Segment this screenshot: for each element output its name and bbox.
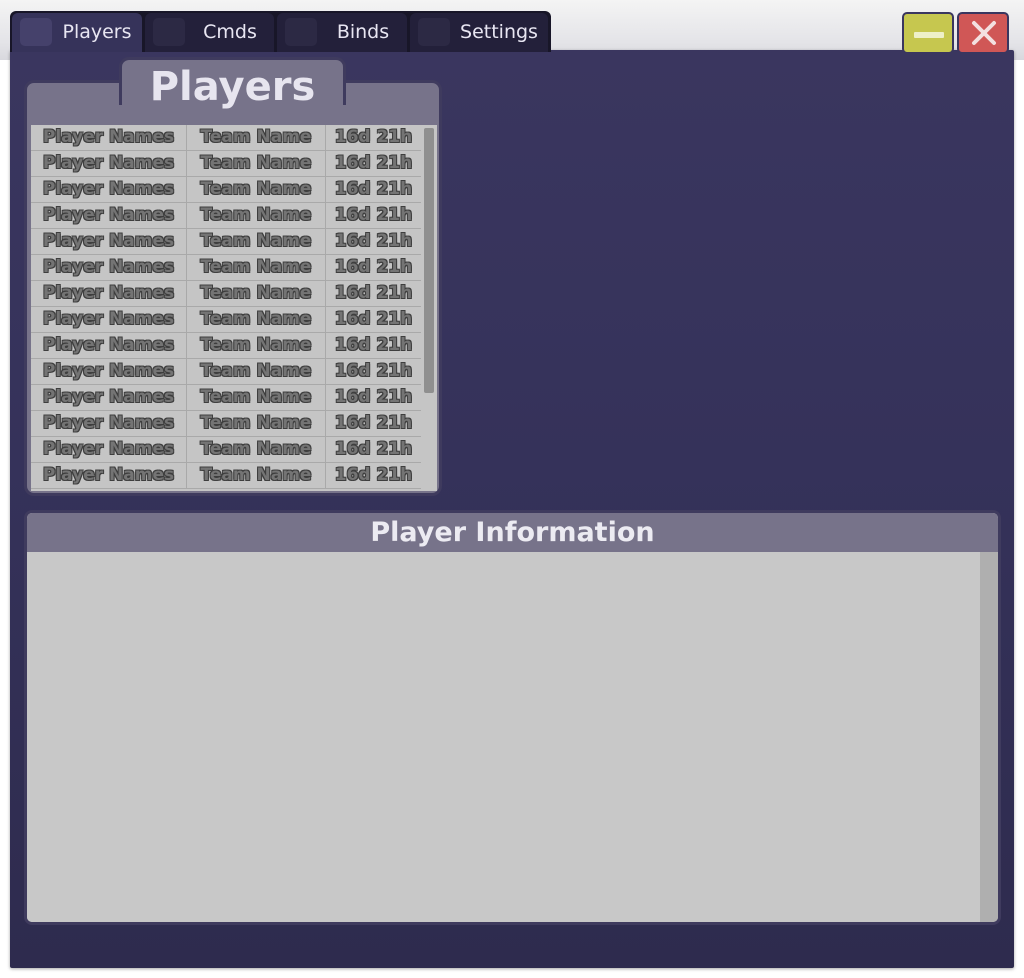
close-icon xyxy=(972,21,996,45)
player-row[interactable]: Player Names Team Name 16d 21h xyxy=(31,463,421,489)
play-time-cell: 16d 21h xyxy=(334,439,413,459)
player-name-cell: Player Names xyxy=(31,411,187,436)
tab-label: Settings xyxy=(460,21,538,43)
player-row[interactable]: Player Names Team Name 16d 21h xyxy=(31,281,421,307)
player-row[interactable]: Player Names Team Name 16d 21h xyxy=(31,229,421,255)
tab-settings[interactable]: Settings xyxy=(410,13,548,52)
player-information-body xyxy=(27,552,980,922)
player-name-cell: Player Names xyxy=(31,333,187,358)
player-row[interactable]: Player Names Team Name 16d 21h xyxy=(31,177,421,203)
tab-cmds[interactable]: Cmds xyxy=(145,13,274,52)
settings-icon xyxy=(418,18,450,46)
player-row[interactable]: Player Names Team Name 16d 21h xyxy=(31,359,421,385)
play-time-cell: 16d 21h xyxy=(334,257,413,277)
close-button[interactable] xyxy=(957,12,1009,54)
tab-players[interactable]: Players xyxy=(12,13,142,52)
player-name-cell: Player Names xyxy=(31,125,187,150)
players-scrollbar-thumb[interactable] xyxy=(424,128,434,393)
play-time-cell: 16d 21h xyxy=(334,335,413,355)
play-time-cell: 16d 21h xyxy=(334,231,413,251)
play-time-cell: 16d 21h xyxy=(334,387,413,407)
play-time-cell: 16d 21h xyxy=(334,205,413,225)
team-name-cell: Team Name xyxy=(187,151,326,176)
player-row[interactable]: Player Names Team Name 16d 21h xyxy=(31,125,421,151)
player-name-cell: Player Names xyxy=(31,437,187,462)
cmds-icon xyxy=(153,18,185,46)
player-name-cell: Player Names xyxy=(31,151,187,176)
team-name-cell: Team Name xyxy=(187,359,326,384)
play-time-cell: 16d 21h xyxy=(334,309,413,329)
team-name-cell: Team Name xyxy=(187,281,326,306)
team-name-cell: Team Name xyxy=(187,255,326,280)
team-name-cell: Team Name xyxy=(187,411,326,436)
players-panel: Player Names Team Name 16d 21h Player Names… xyxy=(24,80,442,496)
team-name-cell: Team Name xyxy=(187,203,326,228)
minimize-button[interactable] xyxy=(902,12,954,54)
team-name-cell: Team Name xyxy=(187,437,326,462)
player-row[interactable]: Player Names Team Name 16d 21h xyxy=(31,255,421,281)
player-row[interactable]: Player Names Team Name 16d 21h xyxy=(31,333,421,359)
player-row[interactable]: Player Names Team Name 16d 21h xyxy=(31,203,421,229)
player-row[interactable]: Player Names Team Name 16d 21h xyxy=(31,385,421,411)
player-name-cell: Player Names xyxy=(31,255,187,280)
player-information-title: Player Information xyxy=(27,513,998,552)
players-icon xyxy=(20,18,52,46)
tab-label: Players xyxy=(62,21,132,43)
team-name-cell: Team Name xyxy=(187,333,326,358)
tab-binds[interactable]: Binds xyxy=(277,13,407,52)
players-list: Player Names Team Name 16d 21h Player Names… xyxy=(31,125,421,491)
player-name-cell: Player Names xyxy=(31,203,187,228)
minimize-icon xyxy=(914,32,944,38)
team-name-cell: Team Name xyxy=(187,229,326,254)
team-name-cell: Team Name xyxy=(187,125,326,150)
player-row[interactable]: Player Names Team Name 16d 21h xyxy=(31,411,421,437)
team-name-cell: Team Name xyxy=(187,463,326,488)
play-time-cell: 16d 21h xyxy=(334,283,413,303)
player-name-cell: Player Names xyxy=(31,359,187,384)
player-name-cell: Player Names xyxy=(31,385,187,410)
play-time-cell: 16d 21h xyxy=(334,179,413,199)
team-name-cell: Team Name xyxy=(187,177,326,202)
player-name-cell: Player Names xyxy=(31,463,187,488)
players-title: Players xyxy=(149,64,316,110)
player-information-scrollbar[interactable] xyxy=(980,552,998,922)
player-row[interactable]: Player Names Team Name 16d 21h xyxy=(31,437,421,463)
player-information-panel: Player Information xyxy=(24,510,1001,925)
tab-bar: Players Cmds Binds Settings xyxy=(10,11,551,52)
play-time-cell: 16d 21h xyxy=(334,361,413,381)
player-row[interactable]: Player Names Team Name 16d 21h xyxy=(31,151,421,177)
players-scrollbar[interactable] xyxy=(421,125,437,491)
tab-label: Cmds xyxy=(203,21,257,43)
player-name-cell: Player Names xyxy=(31,229,187,254)
play-time-cell: 16d 21h xyxy=(334,153,413,173)
tab-label: Binds xyxy=(336,21,390,43)
binds-icon xyxy=(285,18,317,46)
play-time-cell: 16d 21h xyxy=(334,413,413,433)
team-name-cell: Team Name xyxy=(187,307,326,332)
player-row[interactable]: Player Names Team Name 16d 21h xyxy=(31,307,421,333)
play-time-cell: 16d 21h xyxy=(334,465,413,485)
player-name-cell: Player Names xyxy=(31,307,187,332)
player-name-cell: Player Names xyxy=(31,177,187,202)
team-name-cell: Team Name xyxy=(187,385,326,410)
play-time-cell: 16d 21h xyxy=(334,127,413,147)
player-name-cell: Player Names xyxy=(31,281,187,306)
